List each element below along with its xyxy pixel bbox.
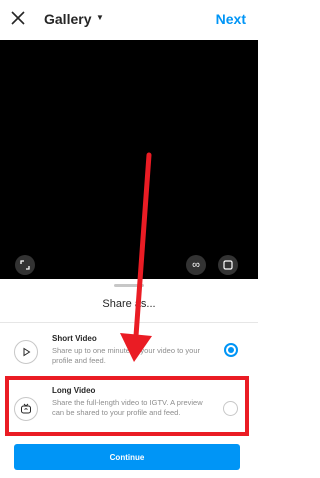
annotation-highlight-box — [5, 376, 249, 436]
chevron-down-icon[interactable]: ▼ — [96, 13, 104, 22]
top-bar: Gallery ▼ Next — [0, 0, 258, 40]
gallery-title[interactable]: Gallery — [44, 11, 91, 27]
loop-icon[interactable]: ∞ — [186, 255, 206, 275]
radio-selected[interactable] — [224, 343, 238, 357]
close-icon[interactable] — [10, 10, 26, 26]
sheet-handle[interactable] — [114, 284, 144, 287]
option-description: Share up to one minute of your video to … — [52, 346, 201, 365]
video-preview — [0, 40, 258, 279]
continue-button[interactable]: Continue — [14, 444, 240, 470]
next-button[interactable]: Next — [216, 11, 246, 27]
option-short-video[interactable]: Short Video Share up to one minute of yo… — [0, 330, 258, 378]
divider — [0, 322, 258, 323]
sheet-title: Share as... — [102, 298, 156, 310]
play-icon — [14, 340, 38, 364]
expand-icon[interactable] — [15, 255, 35, 275]
multiple-select-icon[interactable] — [218, 255, 238, 275]
option-title: Short Video — [52, 334, 97, 343]
